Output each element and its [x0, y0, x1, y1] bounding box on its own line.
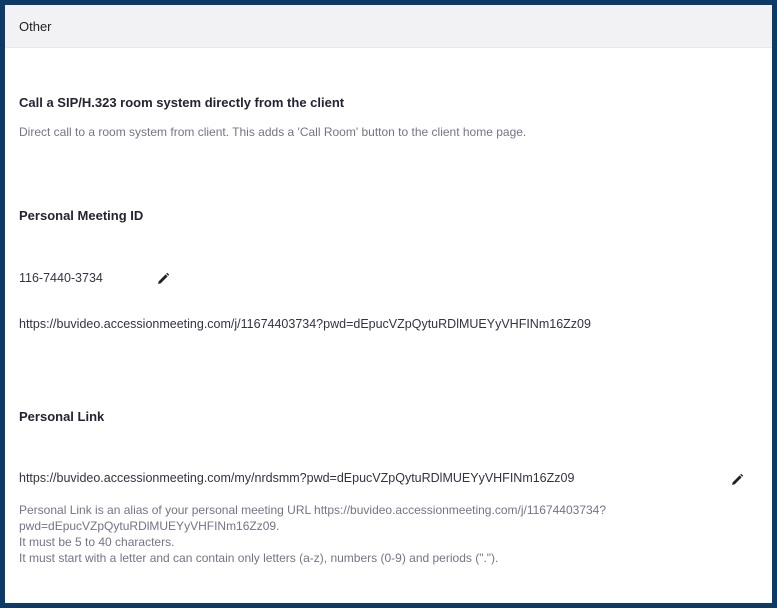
call-room-description: Direct call to a room system from client…	[19, 125, 527, 139]
personal-link-note: Personal Link is an alias of your person…	[19, 503, 607, 517]
personal-link-edit-button[interactable]	[728, 471, 746, 489]
pmi-edit-button[interactable]	[154, 270, 172, 288]
section-title: Other	[19, 18, 52, 34]
call-room-heading: Call a SIP/H.323 room system directly fr…	[19, 95, 345, 110]
pmi-heading: Personal Meeting ID	[19, 208, 144, 223]
pmi-url: https://buvideo.accessionmeeting.com/j/1…	[19, 317, 591, 331]
personal-link-notes: Personal Link is an alias of your person…	[19, 502, 606, 566]
settings-panel: Other Call a SIP/H.323 room system direc…	[0, 0, 777, 608]
personal-link-heading: Personal Link	[19, 409, 105, 424]
pmi-value: 116-7440-3734	[19, 271, 103, 285]
pencil-icon	[156, 272, 170, 286]
pencil-icon	[730, 473, 744, 487]
section-header: Other	[5, 5, 772, 48]
personal-link-note: It must start with a letter and can cont…	[19, 551, 499, 565]
personal-link-note: It must be 5 to 40 characters.	[19, 535, 175, 549]
personal-link-note: pwd=dEpucVZpQytuRDlMUEYyVHFINm16Zz09.	[19, 519, 280, 533]
personal-link-url: https://buvideo.accessionmeeting.com/my/…	[19, 471, 575, 485]
